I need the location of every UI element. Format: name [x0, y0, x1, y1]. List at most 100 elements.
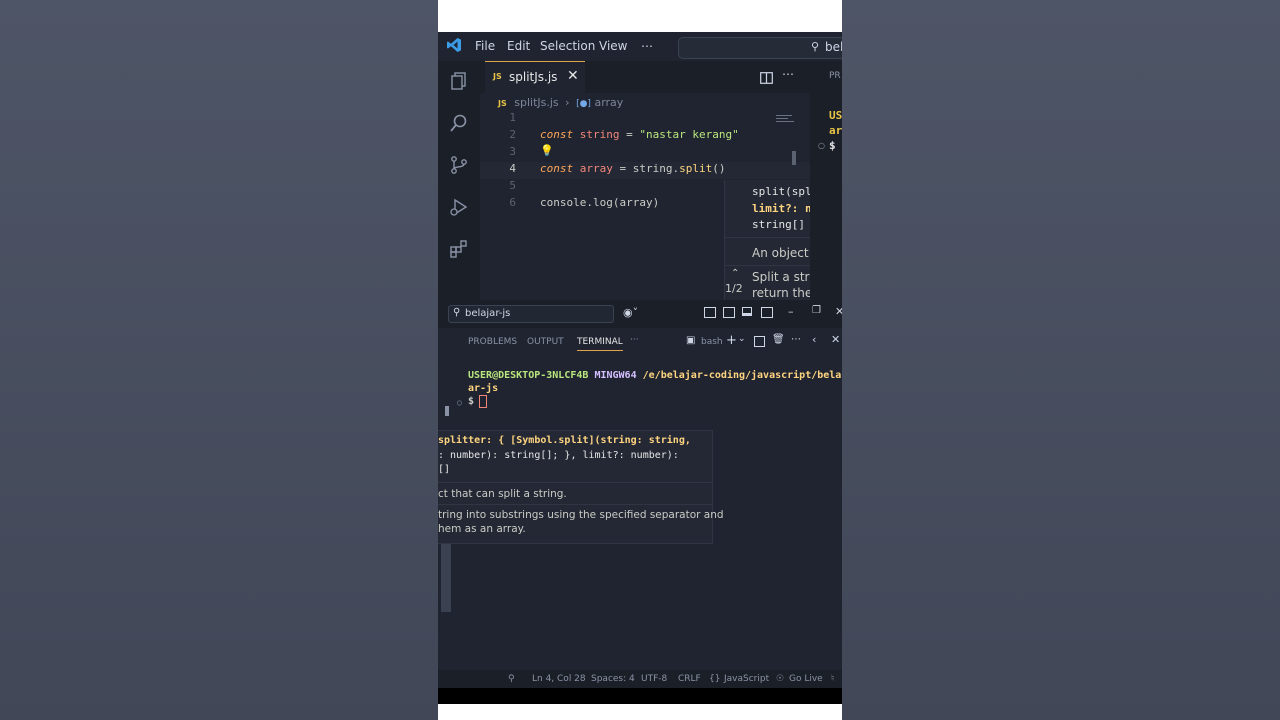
status-golive[interactable]: Go Live	[789, 674, 823, 684]
status-eol[interactable]: CRLF	[678, 674, 701, 684]
code-line-text: const string = "nastar kerang"	[540, 128, 739, 141]
lightbulb-icon[interactable]: 💡	[540, 144, 554, 157]
line-number: 2	[509, 128, 516, 141]
vscode-logo-icon	[446, 37, 462, 53]
panel-toggle-icon[interactable]	[742, 307, 752, 316]
line-number: 4	[509, 162, 516, 175]
breadcrumb: JS splitJs.js › [●] array	[498, 96, 623, 109]
code-line-text: console.log(array)	[540, 196, 660, 209]
chevron-down-icon[interactable]: ⌄	[738, 334, 746, 344]
hover-signature: : number): string[]; }, limit?: number):	[438, 450, 679, 461]
status-bar: ⚲ Ln 4, Col 28 Spaces: 4 UTF-8 CRLF {} J…	[438, 670, 842, 688]
hover-doc: hem as an array.	[438, 523, 526, 535]
chevron-up-icon[interactable]: ⌃	[731, 268, 739, 279]
peek-line: $	[829, 139, 836, 152]
circle-icon: ○	[818, 141, 825, 150]
signature-return: string[]	[752, 218, 805, 231]
trash-icon[interactable]: 🗑	[772, 334, 785, 345]
js-file-icon: JS	[493, 72, 502, 81]
broadcast-icon: ☉	[776, 674, 785, 684]
close-icon[interactable]: ✕	[567, 68, 579, 84]
status-position[interactable]: Ln 4, Col 28	[532, 674, 586, 684]
panel-tabs: PROBLEMS OUTPUT TERMINAL ··· ▣ bash + ⌄ …	[438, 328, 842, 354]
activity-bar	[438, 61, 480, 300]
more-actions-icon[interactable]: ⋯	[782, 67, 794, 81]
letterbox-bottom-dark	[438, 688, 842, 704]
explorer-icon[interactable]	[448, 71, 470, 93]
editor-tab-bar: JS splitJs.js ✕ ⋯	[480, 61, 810, 94]
extensions-icon[interactable]	[448, 239, 470, 261]
tab-label: splitJs.js	[509, 70, 558, 84]
terminal-icon: ▣	[686, 335, 696, 346]
breadcrumb-file[interactable]: splitJs.js	[514, 96, 558, 109]
close-panel-icon[interactable]: ✕	[831, 333, 840, 346]
secondary-editor-peek: PR US ar ○ $	[810, 61, 842, 300]
menu-more[interactable]: ⋯	[641, 39, 653, 53]
peek-line: ar	[829, 124, 842, 137]
menu-edit[interactable]: Edit	[507, 39, 530, 53]
copilot-icon[interactable]: ◉˅	[623, 306, 638, 319]
breadcrumb-symbol[interactable]: array	[594, 96, 623, 109]
code-line: 3 💡	[480, 144, 810, 162]
tab-terminal[interactable]: TERMINAL	[577, 337, 623, 351]
terminal-scrollbar[interactable]	[441, 544, 451, 612]
add-terminal-icon[interactable]: +	[726, 333, 737, 348]
hover-signature: splitter: { [Symbol.split](string: strin…	[438, 435, 691, 446]
braces-icon: {}	[709, 674, 721, 684]
shell-label[interactable]: bash	[701, 337, 723, 347]
split-editor-icon[interactable]	[760, 69, 773, 84]
close-icon[interactable]: ✕	[835, 305, 842, 318]
terminal-dollar: $	[468, 396, 475, 407]
run-debug-icon[interactable]	[448, 197, 470, 219]
restore-icon[interactable]: ❐	[812, 305, 821, 316]
bell-icon[interactable]: ♮	[831, 674, 834, 684]
overload-counter: 1/2	[725, 282, 743, 295]
status-encoding[interactable]: UTF-8	[641, 674, 667, 684]
tab-splitjs[interactable]: JS splitJs.js ✕	[485, 61, 585, 94]
panel-title-row: ⚲ belajar-js ◉˅ – ❐ ✕	[438, 300, 842, 328]
code-line: 2 const string = "nastar kerang"	[480, 128, 810, 145]
minimize-icon[interactable]: –	[788, 305, 794, 318]
menu-view[interactable]: View	[599, 39, 627, 53]
vscode-window: File Edit Selection View ⋯ ⚲ belaj JS	[438, 0, 842, 720]
tab-problems[interactable]: PROBLEMS	[468, 337, 517, 347]
breadcrumb-separator-icon: ›	[565, 96, 570, 109]
command-center-search[interactable]: ⚲ belaj	[678, 37, 842, 59]
secondary-sidebar-icon[interactable]	[761, 307, 773, 318]
letterbox-top	[438, 0, 842, 32]
terminal-cursor	[479, 395, 487, 408]
terminal-prompt: USER@DESKTOP-3NLCF4B MINGW64 /e/belajar-…	[468, 370, 842, 381]
search-icon[interactable]	[448, 113, 470, 135]
menu-file[interactable]: File	[475, 39, 495, 53]
split-terminal-icon[interactable]	[754, 336, 765, 347]
minimap[interactable]	[772, 111, 802, 171]
menu-selection[interactable]: Selection	[540, 39, 595, 53]
line-number: 5	[509, 179, 516, 192]
peek-line: US	[829, 109, 842, 122]
code-line-current: 4 const array = string.split()	[480, 162, 810, 179]
chevron-left-icon[interactable]: ‹	[812, 333, 816, 346]
tab-more[interactable]: ···	[630, 335, 639, 345]
background-left	[0, 0, 438, 720]
hover-popup: splitter: { [Symbol.split](string: strin…	[438, 430, 724, 544]
line-number: 3	[509, 145, 516, 158]
tab-output[interactable]: OUTPUT	[527, 337, 564, 347]
circle-icon: ○	[457, 398, 462, 407]
line-number: 6	[509, 196, 516, 209]
sidebar-toggle-icon[interactable]	[723, 307, 735, 318]
source-control-icon[interactable]	[448, 155, 470, 177]
command-center-text: belaj	[825, 40, 842, 54]
search-icon: ⚲	[811, 40, 820, 53]
code-line-text: const array = string.split()	[540, 162, 726, 175]
letterbox-bottom	[438, 704, 842, 720]
hover-signature: []	[438, 464, 451, 475]
panel-search-input[interactable]: ⚲ belajar-js	[448, 305, 614, 323]
status-spaces[interactable]: Spaces: 4	[591, 674, 635, 684]
more-actions-icon[interactable]: ⋯	[791, 334, 801, 345]
zoom-icon[interactable]: ⚲	[508, 674, 515, 684]
symbol-variable-icon: [●]	[576, 99, 591, 109]
status-language[interactable]: JavaScript	[724, 674, 769, 684]
layout-toggle-icon[interactable]	[704, 307, 716, 318]
title-bar: File Edit Selection View ⋯ ⚲ belaj	[438, 32, 842, 61]
line-number: 1	[509, 111, 516, 124]
